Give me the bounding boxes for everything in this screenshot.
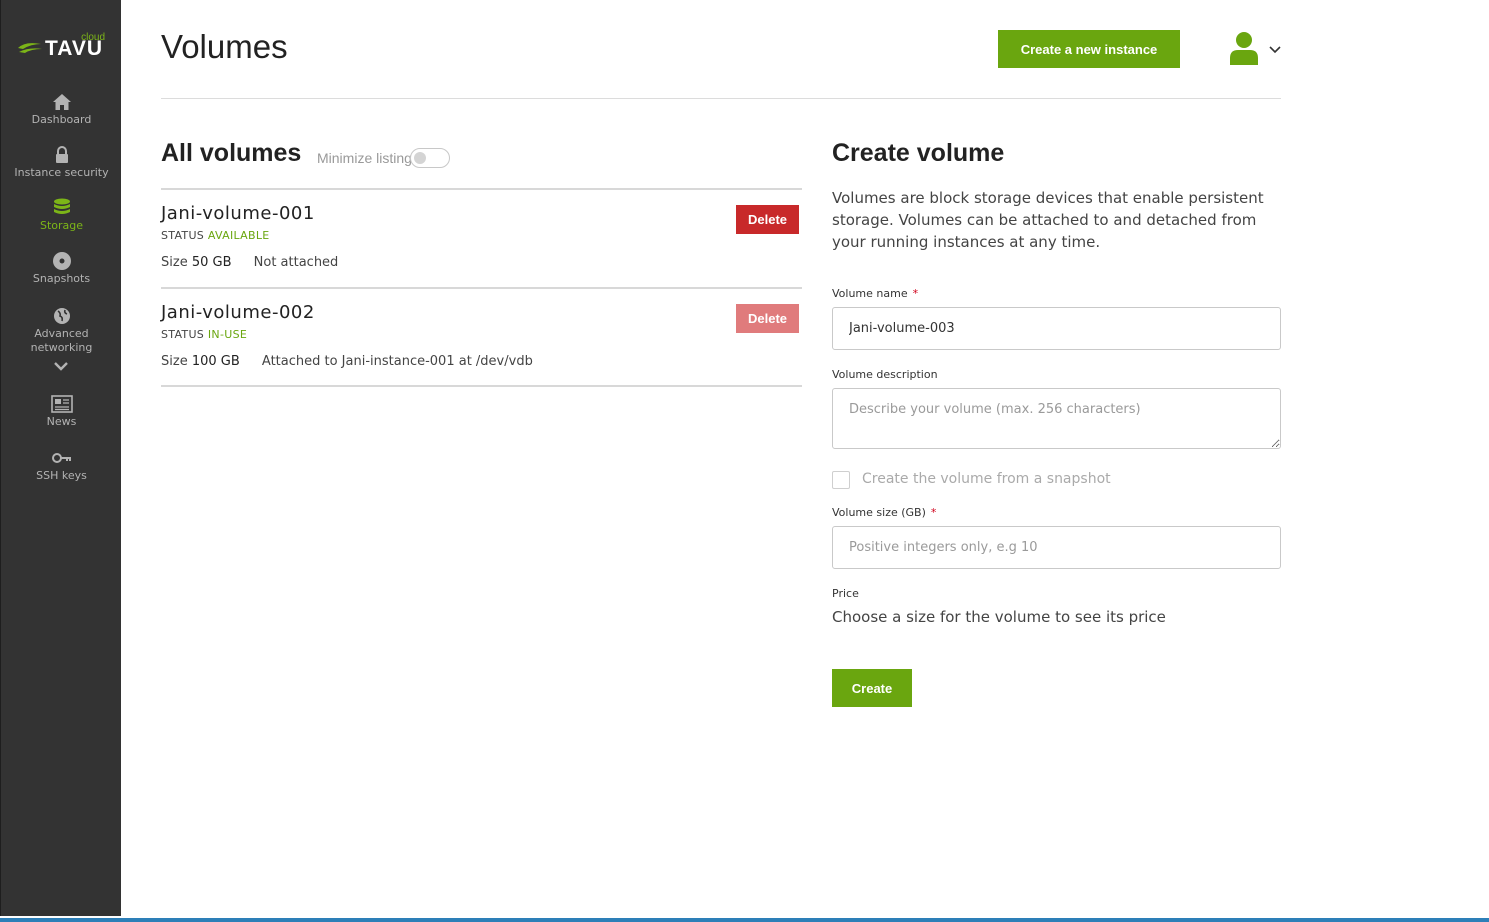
price-text: Choose a size for the volume to see its …: [832, 608, 1166, 626]
attachment-text: Not attached: [253, 255, 339, 270]
volume-description-label: Volume description: [832, 368, 938, 381]
sidebar-item-instance-security[interactable]: Instance security: [1, 145, 122, 180]
create-volume-button[interactable]: Create: [832, 669, 912, 707]
home-icon: [52, 94, 71, 110]
volume-meta: Size 50 GB Not attached: [161, 255, 338, 270]
sidebar-item-label: SSH keys: [36, 469, 87, 482]
sidebar-item-label: Storage: [39, 219, 84, 232]
bottom-border: [0, 918, 1489, 922]
create-volume-description: Volumes are block storage devices that e…: [832, 189, 1264, 251]
page-title: Volumes: [161, 28, 288, 65]
status-value: IN-USE: [207, 328, 248, 341]
volume-meta: Size 100 GB Attached to Jani-instance-00…: [161, 354, 533, 369]
sidebar-item-label: Dashboard: [31, 113, 92, 126]
sidebar-item-advanced-networking[interactable]: Advanced networking: [1, 306, 122, 355]
sidebar-item-label: News: [46, 415, 77, 428]
sidebar-item-dashboard[interactable]: Dashboard: [1, 92, 122, 127]
lock-icon: [55, 146, 68, 163]
delete-volume-button[interactable]: Delete: [736, 304, 799, 333]
database-icon: [53, 198, 70, 214]
create-new-instance-button[interactable]: Create a new instance: [998, 30, 1180, 68]
sidebar-item-storage[interactable]: Storage: [1, 198, 122, 233]
sidebar-item-news[interactable]: News: [1, 394, 122, 429]
key-icon: [51, 453, 71, 463]
volume-name: Jani-volume-002: [161, 302, 315, 323]
size-value: 100 GB: [191, 354, 240, 369]
status-label: STATUS: [161, 229, 205, 242]
price-label: Price: [832, 587, 859, 600]
sidebar-item-ssh-keys[interactable]: SSH keys: [1, 448, 122, 483]
volume-name: Jani-volume-001: [161, 203, 315, 224]
sidebar-item-snapshots[interactable]: Snapshots: [1, 251, 122, 286]
sidebar-item-label: Instance security: [14, 166, 109, 179]
user-menu[interactable]: [1228, 30, 1284, 68]
required-mark: *: [930, 506, 937, 519]
sidebar: cloud TAVU Dashboard Instance security S…: [0, 0, 121, 916]
volume-size-label: Volume size (GB) *: [832, 506, 936, 519]
volume-status: STATUS AVAILABLE: [161, 229, 270, 242]
label-text: Volume name: [832, 287, 908, 300]
snapshot-checkbox[interactable]: [832, 471, 850, 489]
size-label: Size: [161, 354, 188, 369]
status-value: AVAILABLE: [207, 229, 270, 242]
volume-divider: [161, 385, 802, 387]
chevron-down-icon[interactable]: [53, 361, 69, 371]
volume-divider: [161, 287, 802, 289]
delete-volume-button[interactable]: Delete: [736, 205, 799, 234]
header-divider: [161, 98, 1281, 99]
volume-status: STATUS IN-USE: [161, 328, 247, 341]
create-volume-title: Create volume: [832, 139, 1005, 167]
required-mark: *: [912, 287, 919, 300]
sidebar-item-label: Advanced networking: [30, 327, 93, 354]
logo-brand-text: TAVU: [45, 37, 104, 60]
chevron-down-icon: [1269, 46, 1281, 54]
logo-wave-icon: [18, 43, 42, 53]
snapshot-checkbox-label[interactable]: Create the volume from a snapshot: [862, 471, 1111, 487]
attachment-text: Attached to Jani-instance-001 at /dev/vd…: [261, 354, 533, 369]
size-label: Size: [161, 255, 188, 270]
toggle-knob: [414, 152, 426, 164]
volume-name-input[interactable]: [832, 307, 1281, 350]
volume-description-textarea[interactable]: [832, 388, 1281, 449]
label-text: Volume size (GB): [832, 506, 926, 519]
status-label: STATUS: [161, 328, 205, 341]
globe-icon: [53, 308, 70, 324]
minimize-listing-toggle[interactable]: [410, 148, 450, 168]
volume-size-input[interactable]: [832, 526, 1281, 569]
sidebar-item-label: Snapshots: [32, 272, 91, 285]
user-avatar-icon: [1230, 32, 1258, 65]
size-value: 50 GB: [191, 255, 232, 270]
tavu-logo[interactable]: cloud TAVU: [17, 32, 109, 62]
all-volumes-title: All volumes: [161, 139, 302, 167]
disc-icon: [52, 252, 71, 270]
newspaper-icon: [50, 395, 73, 413]
volume-divider: [161, 188, 802, 190]
minimize-listing-label: Minimize listing: [317, 150, 412, 166]
volume-name-label: Volume name *: [832, 287, 918, 300]
